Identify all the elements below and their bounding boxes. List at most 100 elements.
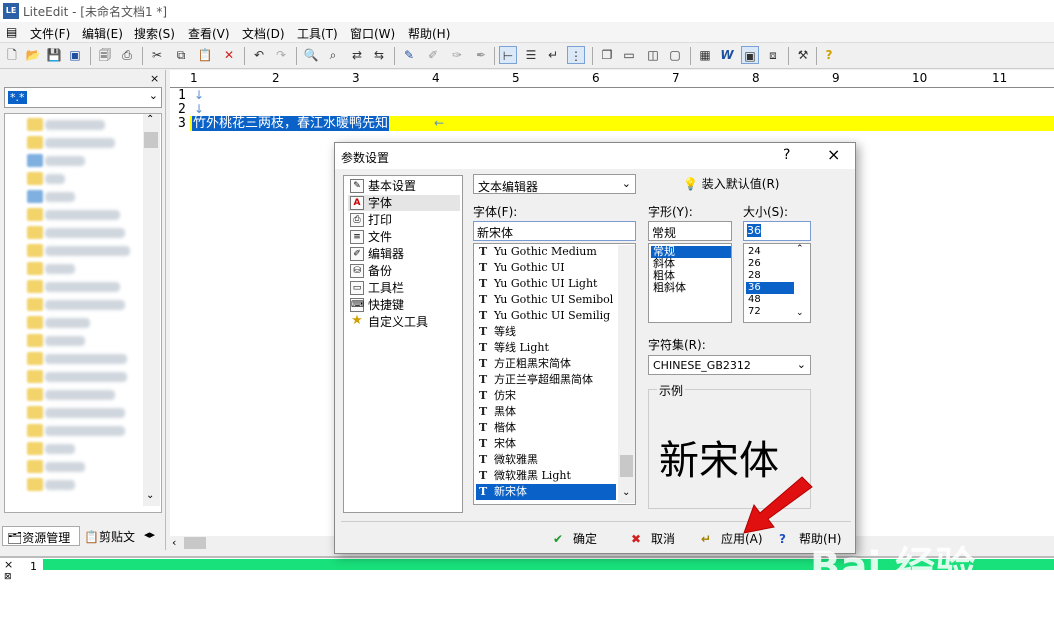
output-close-icon[interactable]: × (4, 558, 13, 571)
font-item[interactable]: T 方正兰亭超细黑简体 (476, 372, 616, 388)
font-item[interactable]: T Yu Gothic UI Light (476, 276, 616, 292)
replace-all-icon[interactable]: ⇆ (370, 46, 388, 64)
font-item[interactable]: T 仿宋 (476, 388, 616, 404)
marker4-icon[interactable]: ✒ (472, 46, 490, 64)
editor-type-select[interactable]: 文本编辑器 ⌄ (473, 174, 636, 194)
tab-scroll-arrows-icon[interactable]: ◂▸ (144, 528, 155, 541)
tab-clipboard[interactable]: 📋剪贴文 (84, 528, 135, 545)
redo-icon[interactable]: ↷ (272, 46, 290, 64)
ok-button[interactable]: ✔ 确定 (553, 529, 597, 549)
selected-text[interactable]: 竹外桃花三两枝，春江水暖鸭先知 (192, 116, 390, 131)
chevron-down-icon[interactable]: ⌄ (622, 177, 631, 190)
size-item[interactable]: 26 (746, 258, 794, 270)
whitespace-icon[interactable]: ⋮ (567, 46, 585, 64)
dialog-help-icon[interactable]: ? (783, 147, 790, 163)
preview-icon[interactable]: ⧈ (764, 46, 782, 64)
menu-window[interactable]: 窗口(W) (350, 25, 395, 42)
size-item-selected[interactable]: 36 (746, 282, 794, 294)
category-backup[interactable]: ⛁ 备份 (348, 263, 460, 279)
undo-icon[interactable]: ↶ (250, 46, 268, 64)
font-item[interactable]: T 楷体 (476, 420, 616, 436)
line-number-icon[interactable]: ☰ (522, 46, 540, 64)
print-preview-icon[interactable]: 🗐 (96, 46, 114, 64)
category-file[interactable]: ≡ 文件 (348, 229, 460, 245)
word-icon[interactable]: W (718, 46, 736, 64)
size-input[interactable]: 36 (743, 221, 811, 241)
marker3-icon[interactable]: ✑ (448, 46, 466, 64)
output-pin-icon[interactable]: ⊠ (4, 572, 12, 582)
font-list[interactable]: T Yu Gothic Medium T Yu Gothic UI T Yu Goth… (473, 243, 636, 505)
category-toolbar[interactable]: ▭ 工具栏 (348, 280, 460, 296)
copy-icon[interactable]: ⧉ (172, 46, 190, 64)
tile-vertical-icon[interactable]: ◫ (644, 46, 662, 64)
scroll-down-icon[interactable]: ⌄ (796, 308, 804, 318)
font-item[interactable]: T 微软雅黑 Light (476, 468, 616, 484)
style-list[interactable]: 常规 斜体 粗体 粗斜体 (648, 243, 732, 323)
wrap-icon[interactable]: ↵ (544, 46, 562, 64)
help-icon[interactable]: ? (820, 46, 838, 64)
category-shortcuts[interactable]: ⌨ 快捷键 (348, 297, 460, 313)
tools-hammer-icon[interactable]: ⚒ (794, 46, 812, 64)
document-menu-icon[interactable]: ▤ (6, 25, 17, 39)
print-icon[interactable]: ⎙ (118, 46, 136, 64)
size-item[interactable]: 24 (746, 246, 794, 258)
font-item[interactable]: T 等线 (476, 324, 616, 340)
cut-icon[interactable]: ✂ (148, 46, 166, 64)
load-defaults-button[interactable]: 💡 装入默认值(R) (683, 175, 779, 192)
font-item[interactable]: T 方正粗黑宋简体 (476, 356, 616, 372)
tile-horizontal-icon[interactable]: ▭ (620, 46, 638, 64)
tab-resource-manager[interactable]: 🗂资源管理 (2, 526, 80, 546)
dialog-close-icon[interactable]: × (827, 145, 840, 164)
panel-close-icon[interactable]: × (150, 72, 159, 85)
scroll-thumb[interactable] (620, 455, 633, 477)
chevron-down-icon[interactable]: ⌄ (149, 89, 158, 102)
replace-icon[interactable]: ⇄ (348, 46, 366, 64)
scroll-up-icon[interactable]: ⌃ (796, 244, 804, 254)
menu-document[interactable]: 文档(D) (242, 25, 285, 42)
font-input[interactable]: 新宋体 (473, 221, 636, 241)
category-print[interactable]: ⎙ 打印 (348, 212, 460, 228)
font-item-selected[interactable]: T 新宋体 (476, 484, 616, 500)
font-item[interactable]: T Yu Gothic Medium (476, 244, 616, 260)
scroll-thumb[interactable] (144, 132, 158, 148)
save-icon[interactable]: 💾 (45, 46, 63, 64)
marker-icon[interactable]: ✎ (400, 46, 418, 64)
chevron-down-icon[interactable]: ⌄ (797, 358, 806, 371)
window-icon[interactable]: ▢ (666, 46, 684, 64)
font-item[interactable]: T 宋体 (476, 436, 616, 452)
style-item[interactable]: 粗斜体 (651, 282, 731, 294)
category-basic[interactable]: ✎ 基本设置 (348, 178, 460, 194)
menu-edit[interactable]: 编辑(E) (82, 25, 123, 42)
folder-tree[interactable] (4, 113, 162, 513)
save-all-icon[interactable]: ▣ (66, 46, 84, 64)
find-icon[interactable]: 🔍 (302, 46, 320, 64)
font-item[interactable]: T Yu Gothic UI Semilig (476, 308, 616, 324)
ruler-toggle-icon[interactable]: ⊢ (499, 46, 517, 64)
category-custom-tools[interactable]: ★ 自定义工具 (348, 314, 460, 330)
browser-icon[interactable]: ▣ (741, 46, 759, 64)
tree-scrollbar[interactable]: ⌃ ⌄ (143, 114, 160, 506)
font-list-scrollbar[interactable]: ⌄ (618, 245, 635, 503)
menu-tools[interactable]: 工具(T) (297, 25, 338, 42)
menu-help[interactable]: 帮助(H) (408, 25, 450, 42)
style-input[interactable]: 常规 (648, 221, 732, 241)
scroll-down-icon[interactable]: ⌄ (146, 490, 154, 501)
delete-icon[interactable]: ✕ (220, 46, 238, 64)
size-item[interactable]: 48 (746, 294, 794, 306)
font-item[interactable]: T Yu Gothic UI Semibol (476, 292, 616, 308)
menu-view[interactable]: 查看(V) (188, 25, 230, 42)
menu-file[interactable]: 文件(F) (30, 25, 70, 42)
size-item[interactable]: 72 (746, 306, 794, 318)
find-next-icon[interactable]: ⌕ (324, 46, 342, 64)
new-file-icon[interactable]: 🗋 (3, 46, 21, 64)
scroll-down-icon[interactable]: ⌄ (622, 487, 630, 498)
file-filter-select[interactable]: *.* ⌄ (4, 87, 162, 108)
font-item[interactable]: T 微软雅黑 (476, 452, 616, 468)
panel-icon[interactable]: ▦ (696, 46, 714, 64)
paste-icon[interactable]: 📋 (196, 46, 214, 64)
open-file-icon[interactable]: 📂 (24, 46, 42, 64)
font-item[interactable]: T Yu Gothic UI (476, 260, 616, 276)
charset-select[interactable]: CHINESE_GB2312 ⌄ (648, 355, 811, 375)
scroll-thumb[interactable] (184, 537, 206, 549)
scroll-left-icon[interactable]: ‹ (172, 536, 176, 549)
